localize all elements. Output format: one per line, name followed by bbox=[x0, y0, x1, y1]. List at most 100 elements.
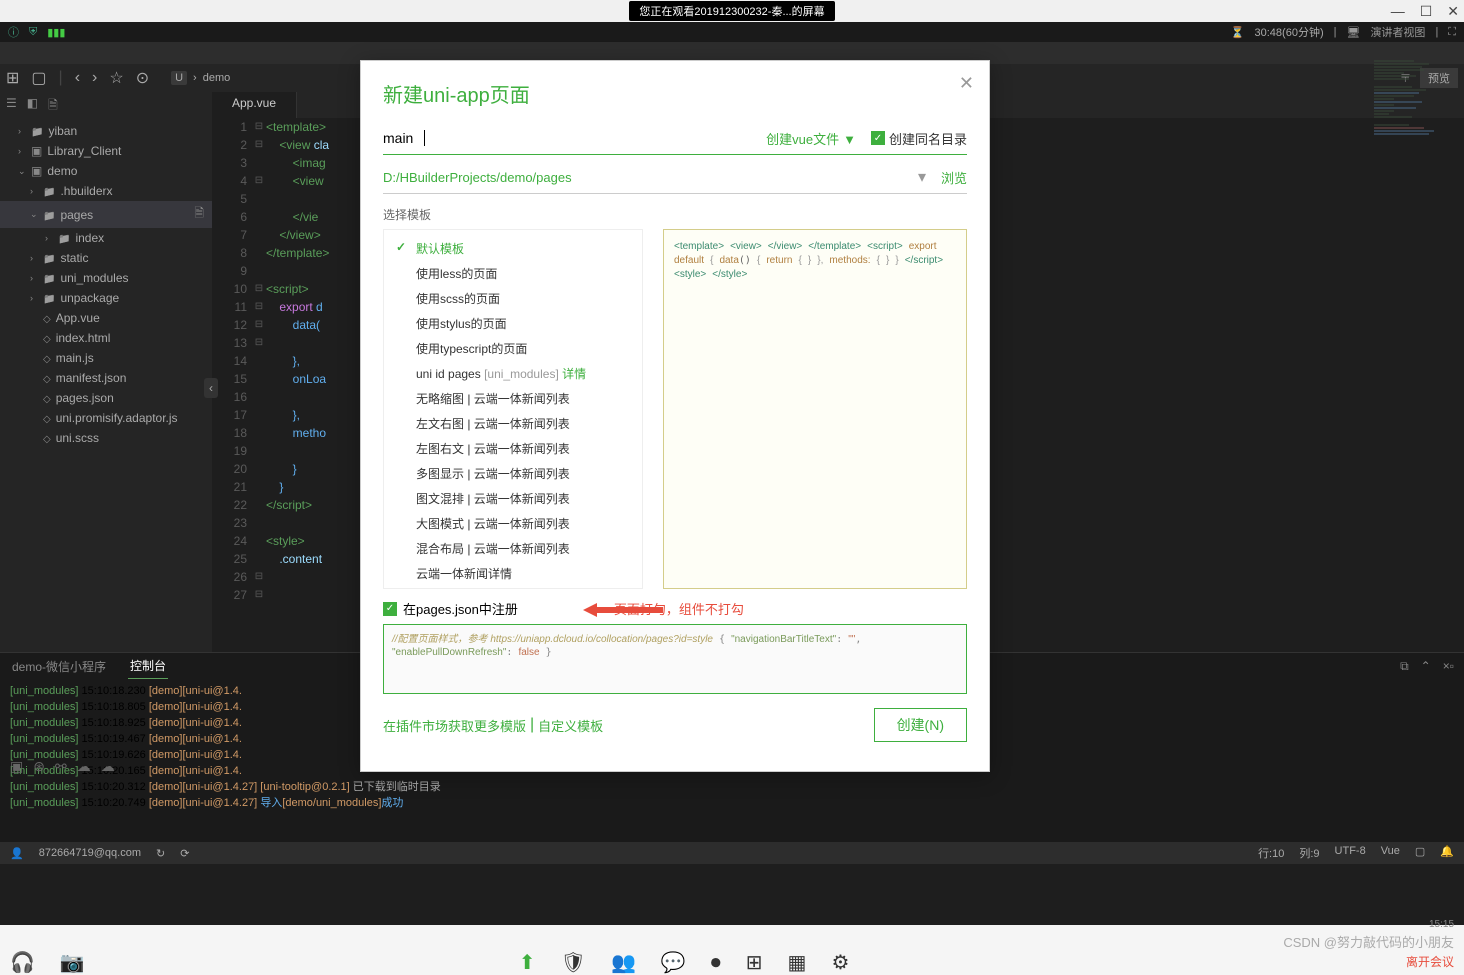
filename-input[interactable] bbox=[383, 126, 423, 150]
tree-item-uni_modules[interactable]: ›uni_modules bbox=[0, 268, 212, 288]
dock-mic[interactable]: 🎧 bbox=[10, 950, 35, 975]
back-icon[interactable]: ‹ bbox=[75, 69, 80, 87]
info-icon[interactable]: ⓘ bbox=[8, 24, 19, 40]
monitor-icon[interactable]: 🖥 bbox=[1346, 26, 1360, 39]
file-nav-icon[interactable]: 🗎 bbox=[48, 96, 58, 117]
register-checkbox[interactable]: ✓ bbox=[383, 602, 397, 616]
tree-item-static[interactable]: ›static bbox=[0, 248, 212, 268]
dock-security[interactable]: 🛡 bbox=[561, 950, 586, 975]
dock-apps[interactable]: ⊞ bbox=[746, 950, 763, 975]
tree-item-index-html[interactable]: index.html bbox=[0, 328, 212, 348]
file-tree[interactable]: ›yiban›▣Library_Client⌄▣demo›.hbuilderx⌄… bbox=[0, 121, 212, 448]
terminal-icon[interactable]: ▣ bbox=[10, 758, 23, 775]
breadcrumb: U › demo bbox=[171, 71, 230, 85]
template-item[interactable]: 默认模板 bbox=[384, 236, 642, 261]
fullscreen-icon[interactable]: ⛶ bbox=[1448, 26, 1456, 39]
tree-item-unpackage[interactable]: ›unpackage bbox=[0, 288, 212, 308]
template-item[interactable]: 混合布局 | 云端一体新闻列表 bbox=[384, 536, 642, 561]
template-item[interactable]: uni id pages [uni_modules] 详情 bbox=[384, 361, 642, 386]
breadcrumb-project[interactable]: demo bbox=[203, 72, 231, 84]
template-item[interactable]: 使用scss的页面 bbox=[384, 286, 642, 311]
tree-item-manifest-json[interactable]: manifest.json bbox=[0, 368, 212, 388]
dock-more[interactable]: ▦ bbox=[788, 950, 807, 975]
account-text[interactable]: 872664719@qq.com bbox=[39, 847, 141, 859]
sync-icon[interactable]: ↻ bbox=[156, 847, 165, 860]
file-type-dropdown[interactable]: 创建vue文件▼ bbox=[766, 129, 856, 148]
collapse-handle[interactable]: ‹ bbox=[204, 378, 218, 398]
status-doc-icon[interactable]: ▢ bbox=[1415, 845, 1425, 861]
cloud-icon[interactable]: ☁ bbox=[101, 758, 115, 775]
tree-item-App-vue[interactable]: App.vue bbox=[0, 308, 212, 328]
git-icon[interactable]: ☁ bbox=[77, 758, 91, 775]
template-item[interactable]: 多图显示 | 云端一体新闻列表 bbox=[384, 461, 642, 486]
dock-camera[interactable]: 📷 bbox=[60, 950, 85, 975]
fold-column[interactable]: ⊟ ⊟ ⊟ ⊟ ⊟ ⊟ ⊟ ⊟ ⊟ bbox=[252, 118, 266, 652]
template-item[interactable]: 使用stylus的页面 bbox=[384, 311, 642, 336]
nav-icon[interactable]: ◧ bbox=[27, 96, 38, 117]
template-item[interactable]: 无略缩图 | 云端一体新闻列表 bbox=[384, 386, 642, 411]
browse-button[interactable]: 浏览 bbox=[941, 168, 967, 187]
template-item[interactable]: 大图模式 | 云端一体新闻列表 bbox=[384, 511, 642, 536]
dock-chat[interactable]: 💬 bbox=[661, 950, 686, 975]
tree-item-Library_Client[interactable]: ›▣Library_Client bbox=[0, 141, 212, 161]
editor-tab[interactable]: App.vue bbox=[212, 92, 297, 118]
status-col[interactable]: 列:9 bbox=[1299, 845, 1319, 861]
leave-meeting-button[interactable]: 离开会议 bbox=[1406, 953, 1454, 970]
dock-invite[interactable]: 👥 bbox=[611, 950, 636, 975]
minimize-button[interactable]: — bbox=[1391, 3, 1405, 20]
tree-item-uni-scss[interactable]: uni.scss bbox=[0, 428, 212, 448]
path-dropdown-icon[interactable]: ▾ bbox=[918, 167, 926, 187]
dock-settings[interactable]: ⚙ bbox=[831, 950, 849, 975]
template-item[interactable]: 使用typescript的页面 bbox=[384, 336, 642, 361]
tree-item-demo[interactable]: ⌄▣demo bbox=[0, 161, 212, 181]
play-icon[interactable]: ⊙ bbox=[136, 68, 149, 88]
tree-item-uni-promisify-adaptor-js[interactable]: uni.promisify.adaptor.js bbox=[0, 408, 212, 428]
dialog-close-button[interactable]: ✕ bbox=[959, 73, 974, 94]
dialog-footer: 在插件市场获取更多模版 | 自定义模板 创建(N) bbox=[383, 708, 967, 742]
create-button[interactable]: 创建(N) bbox=[874, 708, 967, 742]
close-button[interactable]: ✕ bbox=[1447, 3, 1459, 20]
tree-item-index[interactable]: ›index bbox=[0, 228, 212, 248]
status-line[interactable]: 行:10 bbox=[1258, 845, 1284, 861]
plugin-market-link[interactable]: 在插件市场获取更多模版 bbox=[383, 716, 526, 735]
star-icon[interactable]: ☆ bbox=[109, 68, 123, 88]
file-icon[interactable]: ▢ bbox=[31, 68, 46, 88]
status-bell-icon[interactable]: 🔔 bbox=[1440, 845, 1454, 861]
terminal-tab-demo[interactable]: demo-微信小程序 bbox=[10, 654, 108, 679]
template-item[interactable]: 云端一体商品列表 bbox=[384, 586, 642, 589]
template-item[interactable]: 图文混排 | 云端一体新闻列表 bbox=[384, 486, 642, 511]
template-item[interactable]: 左图右文 | 云端一体新闻列表 bbox=[384, 436, 642, 461]
dock-record[interactable]: ⏺ bbox=[711, 952, 721, 975]
tree-item-pages-json[interactable]: pages.json bbox=[0, 388, 212, 408]
sync-icon2[interactable]: ⟳ bbox=[180, 847, 189, 860]
custom-template-link[interactable]: 自定义模板 bbox=[538, 716, 603, 735]
terminal-tab-console[interactable]: 控制台 bbox=[128, 653, 168, 679]
presenter-view-button[interactable]: 演讲者视图 bbox=[1370, 24, 1425, 40]
minimap[interactable] bbox=[1374, 60, 1464, 360]
template-list[interactable]: 默认模板使用less的页面使用scss的页面使用stylus的页面使用types… bbox=[383, 229, 643, 589]
template-item[interactable]: 左文右图 | 云端一体新闻列表 bbox=[384, 411, 642, 436]
status-lang[interactable]: Vue bbox=[1381, 845, 1400, 861]
term-popout-icon[interactable]: ⧉ bbox=[1400, 659, 1409, 674]
term-up-icon[interactable]: ⌃ bbox=[1421, 659, 1431, 674]
shield-icon[interactable]: ⛨ bbox=[29, 26, 37, 39]
maximize-button[interactable]: ☐ bbox=[1420, 3, 1433, 20]
term-close-icon[interactable]: ×▫ bbox=[1443, 659, 1454, 674]
status-encoding[interactable]: UTF-8 bbox=[1335, 845, 1366, 861]
tree-item-pages[interactable]: ⌄pages🗎 bbox=[0, 201, 212, 228]
tree-item-yiban[interactable]: ›yiban bbox=[0, 121, 212, 141]
branch-icon[interactable]: ⚯ bbox=[55, 758, 67, 775]
same-dir-checkbox[interactable]: ✓ 创建同名目录 bbox=[871, 129, 967, 148]
debug-icon[interactable]: ⊛ bbox=[33, 758, 45, 775]
window-controls: — ☐ ✕ bbox=[1391, 3, 1459, 20]
collapse-icon[interactable]: ☰ bbox=[6, 96, 17, 117]
tree-item-main-js[interactable]: main.js bbox=[0, 348, 212, 368]
forward-icon[interactable]: › bbox=[92, 69, 97, 87]
new-tab-icon[interactable]: ⊞ bbox=[6, 68, 19, 88]
dock-share[interactable]: ⬆ bbox=[519, 950, 536, 975]
account-icon[interactable]: 👤 bbox=[10, 847, 24, 860]
tree-item--hbuilderx[interactable]: ›.hbuilderx bbox=[0, 181, 212, 201]
template-item[interactable]: 使用less的页面 bbox=[384, 261, 642, 286]
template-item[interactable]: 云端一体新闻详情 bbox=[384, 561, 642, 586]
register-row: ✓ 在pages.json中注册 页面打勾，组件不打勾 bbox=[383, 599, 967, 618]
